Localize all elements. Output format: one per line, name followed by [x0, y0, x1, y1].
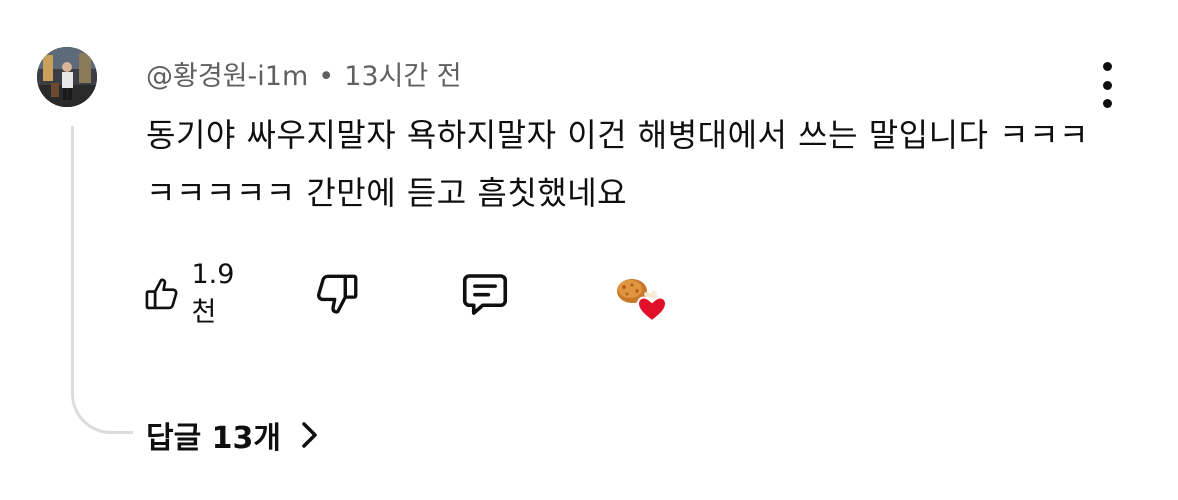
comment-text: 동기야 싸우지말자 욕하지말자 이건 해병대에서 쓰는 말입니다 ㅋㅋㅋㅋㅋㅋㅋ…: [146, 116, 1089, 212]
comment-time[interactable]: 13시간 전: [344, 61, 461, 92]
comment-meta: @황경원-i1m • 13시간 전: [146, 54, 462, 93]
avatar[interactable]: [37, 47, 97, 107]
chevron-right-icon: [299, 420, 321, 450]
more-vertical-icon: [1102, 62, 1112, 71]
dislike-button[interactable]: [312, 266, 362, 322]
like-count: 1.9천: [191, 259, 235, 328]
thread-connector-line: [71, 126, 133, 434]
creator-heart-badge: [608, 266, 672, 326]
thumbs-down-icon: [317, 274, 358, 314]
more-vertical-dot: [1102, 99, 1112, 108]
comment-bubble-icon: [462, 274, 508, 315]
more-vertical-dot: [1102, 80, 1112, 90]
author-handle[interactable]: @황경원-i1m: [146, 61, 308, 92]
avatar-image: [37, 47, 97, 107]
replies-label: 답글 13개: [146, 421, 281, 456]
creator-heart-icon: [617, 279, 668, 323]
meta-separator: •: [318, 61, 335, 92]
view-replies-button[interactable]: 답글 13개: [146, 410, 321, 460]
comment-item: @황경원-i1m • 13시간 전 동기야 싸우지말자 욕하지말자 이건 해병대에서…: [0, 0, 1178, 500]
more-actions-button[interactable]: [1092, 62, 1122, 108]
thumbs-up-icon: [145, 278, 178, 310]
like-button[interactable]: 1.9천: [142, 259, 245, 328]
chicken-drumstick-icon: [617, 279, 658, 303]
reply-button[interactable]: [458, 266, 512, 322]
